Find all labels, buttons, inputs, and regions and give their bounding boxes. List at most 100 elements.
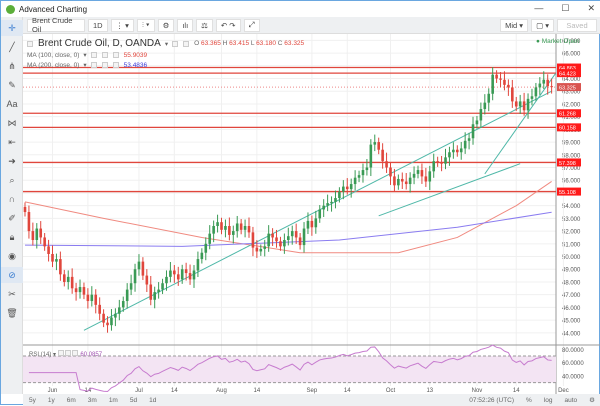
candle-body bbox=[35, 228, 39, 240]
candle bbox=[94, 289, 98, 314]
candle bbox=[145, 269, 149, 293]
candle-body bbox=[456, 149, 459, 153]
candle bbox=[66, 270, 70, 290]
candle bbox=[522, 92, 526, 116]
pitchfork-icon[interactable]: ⋔ bbox=[1, 58, 23, 74]
eye-icon[interactable]: ◉ bbox=[1, 248, 23, 264]
y-tick-label: 47.000 bbox=[562, 293, 581, 299]
scale-settings-icon[interactable]: ⚙ bbox=[583, 396, 600, 404]
candle bbox=[47, 239, 50, 262]
candle-body bbox=[271, 233, 274, 238]
candle-body bbox=[129, 283, 133, 290]
candle bbox=[70, 268, 74, 294]
chart-type-icon[interactable]: ⫶ ▾ bbox=[136, 18, 155, 32]
undo-icon[interactable]: ↶ ↷ bbox=[215, 18, 241, 32]
candle-body bbox=[125, 289, 129, 302]
candle-body bbox=[137, 261, 141, 270]
rsi-label[interactable]: RSI (14) bbox=[29, 352, 51, 358]
fullscreen-icon[interactable]: ⤢ bbox=[243, 18, 260, 32]
settings-icon[interactable]: ⚙ bbox=[157, 18, 175, 32]
candle-body bbox=[495, 74, 498, 79]
level-price-label: 61.268 bbox=[559, 112, 576, 118]
price-chart[interactable]: 44.000 45.000 46.000 47.000 48.000 49.000 50.0… bbox=[23, 34, 600, 394]
candle bbox=[397, 174, 400, 190]
measure-icon[interactable]: ⇤ bbox=[1, 134, 23, 150]
range-1m[interactable]: 1m bbox=[103, 397, 124, 404]
candle bbox=[173, 265, 176, 283]
candle bbox=[86, 288, 90, 309]
layout-select[interactable]: Mid ▾ bbox=[500, 18, 529, 32]
interval-button[interactable]: 1D bbox=[88, 18, 108, 32]
candle-body bbox=[471, 124, 475, 139]
brush-icon[interactable]: ✎ bbox=[1, 77, 23, 93]
lock-draw-icon[interactable]: ✐ bbox=[1, 210, 23, 226]
range-5d[interactable]: 5d bbox=[124, 397, 143, 404]
candle-body bbox=[86, 294, 90, 302]
symbol-input[interactable]: Brent Crude Oil bbox=[27, 16, 85, 34]
range-1d[interactable]: 1d bbox=[143, 397, 162, 404]
candle bbox=[491, 67, 494, 101]
crosshair-icon[interactable]: ✛ bbox=[1, 20, 23, 36]
remove-drawings-icon[interactable]: ✂ bbox=[1, 286, 23, 302]
candle bbox=[349, 178, 353, 198]
rsi-band bbox=[23, 356, 556, 383]
range-1y[interactable]: 1y bbox=[42, 397, 61, 404]
candle-body bbox=[377, 142, 380, 150]
candle bbox=[231, 225, 235, 244]
more-icon[interactable]: ⋮ ▾ bbox=[110, 18, 134, 32]
trendline-icon[interactable]: ╱ bbox=[1, 39, 23, 55]
pattern-icon[interactable]: ⋈ bbox=[1, 115, 23, 131]
range-5y[interactable]: 5y bbox=[23, 397, 42, 404]
candle bbox=[216, 214, 219, 233]
candle bbox=[161, 278, 164, 295]
magnet-icon[interactable]: ∩ bbox=[1, 191, 23, 207]
candle-body bbox=[499, 78, 502, 80]
log-toggle[interactable]: log bbox=[538, 397, 559, 404]
candle-body bbox=[487, 93, 491, 103]
percent-toggle[interactable]: % bbox=[520, 397, 538, 404]
candle-body bbox=[23, 206, 27, 213]
current-price-label: 63.325 bbox=[559, 85, 576, 91]
trash-icon[interactable]: 🗑︎ bbox=[1, 305, 23, 321]
candle-body bbox=[432, 161, 436, 172]
candle bbox=[192, 265, 196, 288]
candle-body bbox=[133, 269, 137, 284]
candle-body bbox=[184, 269, 188, 274]
range-3m[interactable]: 3m bbox=[82, 397, 103, 404]
auto-toggle[interactable]: auto bbox=[559, 397, 584, 404]
ma200-label[interactable]: MA (200, close, 0) bbox=[27, 62, 79, 69]
candle bbox=[322, 199, 325, 217]
candle-body bbox=[27, 212, 31, 232]
candle bbox=[507, 79, 510, 96]
candle bbox=[314, 210, 318, 234]
candle-body bbox=[287, 236, 290, 240]
compare-icon[interactable]: ⚖ bbox=[196, 18, 213, 32]
candle-body bbox=[192, 270, 196, 280]
candle bbox=[483, 94, 487, 115]
candle bbox=[326, 194, 329, 212]
range-6m[interactable]: 6m bbox=[61, 397, 82, 404]
lock-icon[interactable]: 🔒︎ bbox=[1, 229, 23, 245]
zoom-icon[interactable]: ⌕ bbox=[1, 172, 23, 188]
candle-body bbox=[243, 226, 247, 230]
indicators-icon[interactable]: ılı bbox=[177, 18, 194, 32]
minimize-button[interactable]: — bbox=[534, 3, 543, 14]
close-button[interactable]: ✕ bbox=[587, 3, 595, 14]
ma100-label[interactable]: MA (100, close, 0) bbox=[27, 52, 79, 59]
candle-body bbox=[550, 86, 553, 88]
arrow-icon[interactable]: ➜ bbox=[1, 153, 23, 169]
candle bbox=[440, 155, 443, 172]
chart-legend: Brent Crude Oil, D, OANDA ▾ O 63.365 H 63… bbox=[27, 38, 305, 69]
link-icon[interactable]: ⊘ bbox=[1, 267, 23, 283]
candle-body bbox=[444, 157, 447, 164]
text-icon[interactable]: Aa bbox=[1, 96, 23, 112]
maximize-button[interactable]: ☐ bbox=[561, 3, 569, 14]
candle bbox=[287, 227, 290, 246]
candle-body bbox=[255, 247, 259, 252]
candle bbox=[220, 217, 223, 235]
theme-select[interactable]: ▢ ▾ bbox=[531, 18, 554, 32]
candle-body bbox=[235, 223, 239, 232]
saved-button[interactable]: Saved bbox=[557, 18, 597, 32]
candle-body bbox=[228, 226, 231, 235]
candle-body bbox=[475, 120, 479, 125]
